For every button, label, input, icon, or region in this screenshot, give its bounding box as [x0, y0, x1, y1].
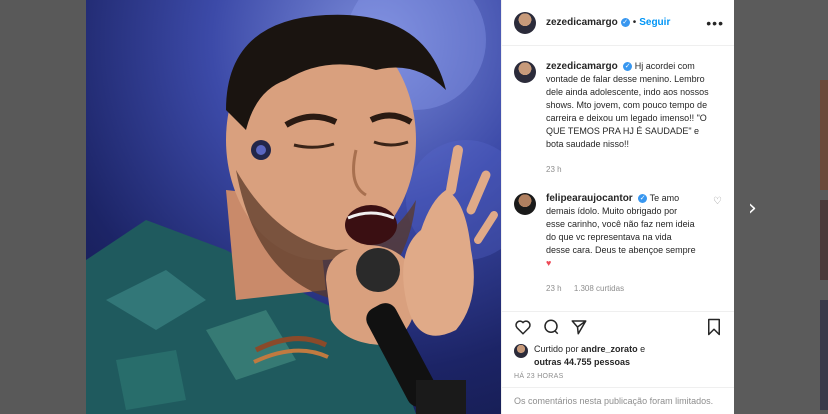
commenter-avatar[interactable] [514, 193, 536, 215]
background-feed-left [0, 0, 86, 414]
post-sidebar: zezedicamargo ✓ • Seguir ••• zezedicamar… [501, 0, 734, 414]
verified-badge-icon: ✓ [623, 62, 633, 72]
caption-time[interactable]: 23 h [546, 165, 562, 174]
liked-by-connector: e [640, 344, 646, 354]
next-post-chevron-icon[interactable]: › [748, 196, 757, 221]
background-thumbnail [820, 300, 828, 410]
verified-badge-icon: ✓ [620, 18, 630, 27]
caption: zezedicamargo ✓ Hj acordei com vontade d… [514, 60, 722, 176]
comments-section: zezedicamargo ✓ Hj acordei com vontade d… [502, 46, 734, 312]
post-modal: zezedicamargo ✓ • Seguir ••• zezedicamar… [86, 0, 734, 414]
share-paper-plane-icon[interactable] [570, 318, 588, 336]
save-bookmark-icon[interactable] [706, 318, 722, 336]
comments-limited-notice: Os comentários nesta publicação foram li… [502, 387, 734, 414]
verified-badge-icon: ✓ [638, 194, 648, 204]
commenter-username[interactable]: felipearaujocantor [546, 193, 633, 204]
background-thumbnail [820, 80, 828, 190]
post-photo [86, 0, 501, 414]
comment-time[interactable]: 23 h [546, 284, 562, 293]
more-options-icon[interactable]: ••• [706, 15, 724, 31]
caption-author-avatar[interactable] [514, 61, 536, 83]
caption-author-username[interactable]: zezedicamargo [546, 61, 618, 72]
like-heart-icon[interactable] [514, 318, 532, 336]
post-header: zezedicamargo ✓ • Seguir ••• [502, 0, 734, 46]
follow-button[interactable]: Seguir [639, 17, 670, 28]
background-thumbnail [820, 200, 828, 280]
liked-by-user[interactable]: andre_zorato [581, 344, 638, 354]
liked-by-prefix: Curtido por [534, 344, 579, 354]
comment-like-heart-icon[interactable]: ♡ [713, 196, 722, 207]
liker-avatar[interactable] [514, 344, 528, 358]
action-bar [502, 311, 734, 341]
author-username[interactable]: zezedicamargo [546, 17, 618, 28]
comment-likes[interactable]: 1.308 curtidas [574, 284, 624, 293]
singer-illustration [86, 0, 501, 414]
post-timestamp[interactable]: HÁ 23 HORAS [502, 371, 734, 380]
comment-bubble-icon[interactable] [542, 318, 560, 336]
separator-dot: • [632, 17, 637, 28]
caption-text: Hj acordei com vontade de falar desse me… [546, 61, 709, 149]
red-heart-emoji: ♥ [546, 258, 552, 268]
author-avatar[interactable] [514, 11, 536, 34]
liked-by: Curtido por andre_zorato e outras 44.755… [502, 341, 734, 371]
comment-item: felipearaujocantor ✓ Te amo demais ídolo… [514, 192, 722, 295]
liked-by-others[interactable]: outras 44.755 pessoas [534, 357, 630, 367]
